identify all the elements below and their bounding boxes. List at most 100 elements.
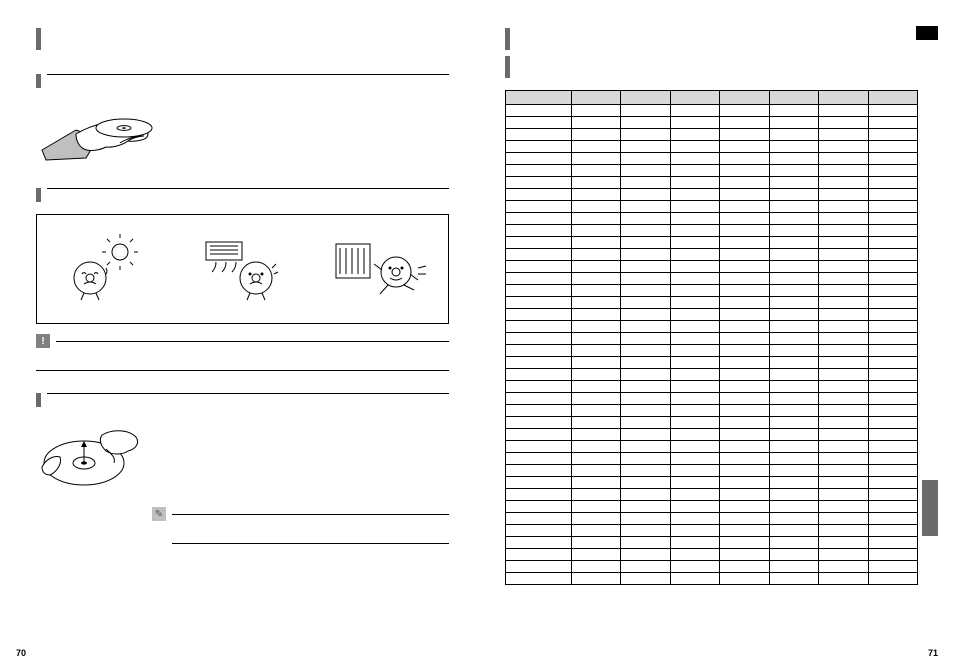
table-cell bbox=[819, 369, 868, 381]
table-cell bbox=[769, 441, 818, 453]
table-cell bbox=[506, 453, 572, 465]
table-row bbox=[506, 345, 918, 357]
table-cell bbox=[720, 537, 769, 549]
table-cell bbox=[819, 165, 868, 177]
table-cell bbox=[621, 549, 670, 561]
table-cell bbox=[506, 429, 572, 441]
table-cell bbox=[670, 201, 719, 213]
table-cell bbox=[621, 345, 670, 357]
table-cell bbox=[670, 561, 719, 573]
table-cell bbox=[819, 189, 868, 201]
table-cell bbox=[769, 189, 818, 201]
table-cell bbox=[769, 225, 818, 237]
table-cell bbox=[621, 525, 670, 537]
table-cell bbox=[720, 201, 769, 213]
table-header-cell bbox=[868, 91, 917, 105]
table-cell bbox=[506, 201, 572, 213]
table-cell bbox=[819, 345, 868, 357]
table-row bbox=[506, 297, 918, 309]
table-cell bbox=[571, 513, 620, 525]
table-cell bbox=[819, 309, 868, 321]
table-cell bbox=[670, 213, 719, 225]
table-cell bbox=[571, 285, 620, 297]
table-cell bbox=[720, 321, 769, 333]
table-cell bbox=[769, 561, 818, 573]
table-cell bbox=[819, 105, 868, 117]
table-cell bbox=[621, 453, 670, 465]
table-cell bbox=[670, 273, 719, 285]
table-cell bbox=[571, 225, 620, 237]
table-cell bbox=[819, 561, 868, 573]
table-cell bbox=[621, 441, 670, 453]
table-cell bbox=[621, 489, 670, 501]
table-cell bbox=[670, 417, 719, 429]
table-cell bbox=[819, 357, 868, 369]
table-cell bbox=[621, 321, 670, 333]
table-row bbox=[506, 573, 918, 585]
caution-sunlight bbox=[37, 215, 174, 323]
table-cell bbox=[720, 105, 769, 117]
table-cell bbox=[868, 417, 917, 429]
table-cell bbox=[868, 477, 917, 489]
page-number: 71 bbox=[928, 648, 938, 658]
table-cell bbox=[720, 393, 769, 405]
table-row bbox=[506, 429, 918, 441]
table-cell bbox=[720, 285, 769, 297]
table-row bbox=[506, 537, 918, 549]
table-cell bbox=[720, 561, 769, 573]
table-row bbox=[506, 285, 918, 297]
table-cell bbox=[769, 213, 818, 225]
table-cell bbox=[670, 489, 719, 501]
table-cell bbox=[571, 429, 620, 441]
table-cell bbox=[506, 189, 572, 201]
table-cell bbox=[868, 189, 917, 201]
table-cell bbox=[571, 477, 620, 489]
table-cell bbox=[670, 549, 719, 561]
table-cell bbox=[868, 165, 917, 177]
table-row bbox=[506, 465, 918, 477]
table-cell bbox=[769, 321, 818, 333]
table-cell bbox=[571, 381, 620, 393]
table-row bbox=[506, 261, 918, 273]
page-heading-bar bbox=[36, 28, 41, 50]
table-cell bbox=[868, 309, 917, 321]
table-cell bbox=[868, 261, 917, 273]
table-header-cell bbox=[819, 91, 868, 105]
table-cell bbox=[720, 333, 769, 345]
table-cell bbox=[506, 129, 572, 141]
table-cell bbox=[868, 573, 917, 585]
table-cell bbox=[769, 537, 818, 549]
table-cell bbox=[670, 369, 719, 381]
table-cell bbox=[621, 261, 670, 273]
table-cell bbox=[720, 189, 769, 201]
table-cell bbox=[506, 393, 572, 405]
table-cell bbox=[670, 513, 719, 525]
table-cell bbox=[720, 381, 769, 393]
table-cell bbox=[506, 573, 572, 585]
table-cell bbox=[720, 549, 769, 561]
table-cell bbox=[621, 165, 670, 177]
table-cell bbox=[868, 561, 917, 573]
table-cell bbox=[819, 297, 868, 309]
table-cell bbox=[506, 165, 572, 177]
code-table bbox=[505, 90, 918, 585]
table-header-cell bbox=[720, 91, 769, 105]
table-header-row bbox=[506, 91, 918, 105]
table-cell bbox=[506, 213, 572, 225]
table-cell bbox=[868, 273, 917, 285]
table-cell bbox=[670, 429, 719, 441]
table-cell bbox=[670, 237, 719, 249]
table-cell bbox=[621, 189, 670, 201]
table-cell bbox=[769, 129, 818, 141]
table-cell bbox=[670, 141, 719, 153]
table-cell bbox=[571, 573, 620, 585]
table-cell bbox=[571, 525, 620, 537]
table-cell bbox=[720, 273, 769, 285]
table-cell bbox=[868, 369, 917, 381]
table-cell bbox=[506, 369, 572, 381]
table-cell bbox=[868, 201, 917, 213]
table-cell bbox=[506, 153, 572, 165]
table-cell bbox=[621, 201, 670, 213]
table-cell bbox=[868, 429, 917, 441]
table-cell bbox=[670, 453, 719, 465]
